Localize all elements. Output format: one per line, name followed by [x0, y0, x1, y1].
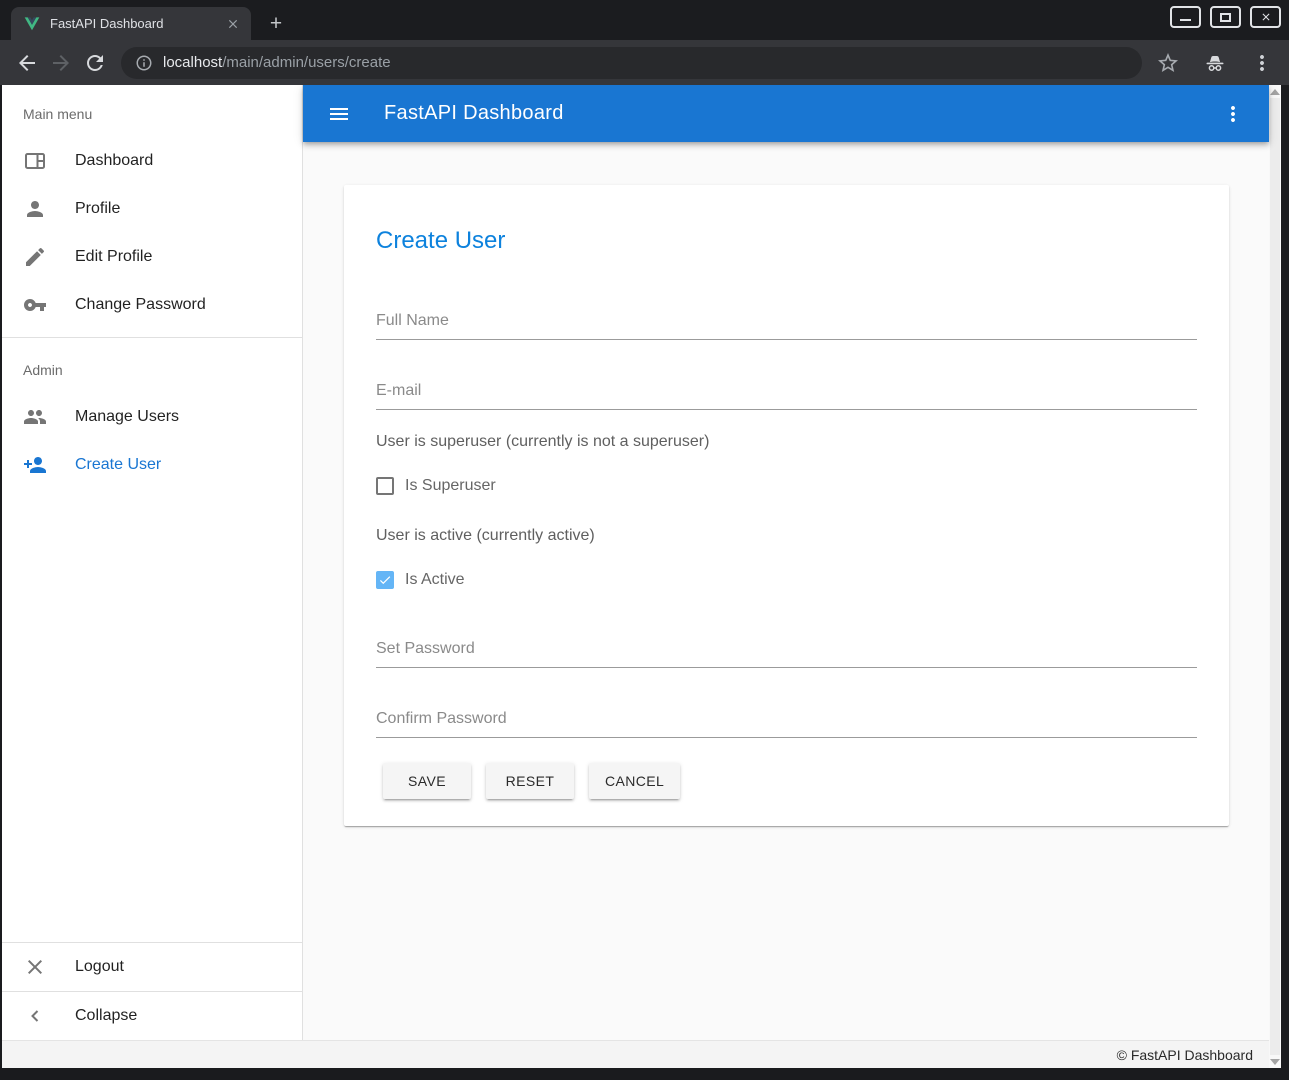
minimize-button[interactable] — [1170, 6, 1201, 28]
maximize-button[interactable] — [1210, 6, 1241, 28]
tab-strip: FastAPI Dashboard + — [0, 0, 1289, 40]
sidebar-section-header-admin: Admin — [23, 362, 302, 382]
superuser-hint: User is superuser (currently is not a su… — [376, 432, 1197, 452]
address-bar[interactable]: localhost/main/admin/users/create — [121, 47, 1142, 79]
cancel-button[interactable]: CANCEL — [589, 763, 680, 799]
key-icon — [23, 293, 47, 317]
close-icon — [23, 955, 47, 979]
back-icon[interactable] — [15, 51, 39, 75]
hamburger-menu-icon[interactable] — [327, 102, 351, 126]
close-icon — [1260, 11, 1272, 23]
browser-tab[interactable]: FastAPI Dashboard — [11, 7, 251, 40]
minimize-icon — [1180, 19, 1191, 21]
window-controls — [1170, 6, 1281, 28]
sidebar-item-edit-profile[interactable]: Edit Profile — [2, 233, 302, 281]
reset-button[interactable]: RESET — [486, 763, 574, 799]
appbar-title: FastAPI Dashboard — [384, 102, 564, 125]
email-input[interactable] — [376, 382, 1197, 410]
sidebar-item-label: Dashboard — [75, 152, 153, 170]
chevron-left-icon — [23, 1004, 47, 1028]
url-path: /main/admin/users/create — [222, 54, 390, 71]
person-add-icon — [23, 453, 47, 477]
sidebar-section-header-main: Main menu — [23, 106, 302, 126]
scrollbar-thumb[interactable] — [1270, 98, 1280, 1055]
browser-menu-icon[interactable] — [1250, 51, 1274, 75]
scroll-up-icon[interactable] — [1269, 85, 1281, 98]
web-icon — [23, 149, 47, 173]
set-password-input[interactable] — [376, 640, 1197, 668]
sidebar-item-label: Create User — [75, 456, 161, 474]
sidebar-item-label: Logout — [75, 958, 124, 976]
scroll-down-icon[interactable] — [1269, 1055, 1281, 1068]
site-info-icon[interactable] — [135, 54, 153, 72]
group-icon — [23, 405, 47, 429]
sidebar-item-manage-users[interactable]: Manage Users — [2, 393, 302, 441]
superuser-checkbox-label: Is Superuser — [405, 477, 496, 495]
sidebar-item-profile[interactable]: Profile — [2, 185, 302, 233]
sidebar-bottom: Logout Collapse — [2, 942, 302, 1040]
superuser-checkbox-row[interactable]: Is Superuser — [376, 476, 1197, 496]
close-button[interactable] — [1250, 6, 1281, 28]
sidebar-item-change-password[interactable]: Change Password — [2, 281, 302, 329]
confirm-password-field-wrap — [376, 710, 1197, 738]
sidebar-item-collapse[interactable]: Collapse — [2, 992, 302, 1040]
new-tab-icon[interactable]: + — [262, 10, 290, 38]
sidebar: Main menu Dashboard Profile — [2, 85, 303, 1040]
browser-window: FastAPI Dashboard + localh — [0, 0, 1289, 1080]
copyright-text: © FastAPI Dashboard — [1117, 1047, 1253, 1063]
sidebar-item-label: Collapse — [75, 1007, 137, 1025]
page-title: Create User — [376, 185, 1197, 257]
full-name-field-wrap — [376, 312, 1197, 340]
divider — [2, 337, 302, 338]
browser-toolbar: localhost/main/admin/users/create — [0, 40, 1289, 85]
sidebar-admin-list: Manage Users Create User — [2, 393, 302, 489]
confirm-password-input[interactable] — [376, 710, 1197, 738]
reload-icon[interactable] — [83, 51, 107, 75]
tab-close-icon[interactable] — [224, 15, 241, 32]
sidebar-item-logout[interactable]: Logout — [2, 943, 302, 991]
superuser-checkbox[interactable] — [376, 477, 394, 495]
tab-title: FastAPI Dashboard — [50, 16, 224, 31]
set-password-field-wrap — [376, 640, 1197, 668]
appbar-kebab-menu-icon[interactable] — [1221, 102, 1245, 126]
sidebar-item-label: Edit Profile — [75, 248, 152, 266]
person-icon — [23, 197, 47, 221]
active-checkbox[interactable] — [376, 571, 394, 589]
sidebar-item-create-user[interactable]: Create User — [2, 441, 302, 489]
sidebar-main-list: Dashboard Profile Edit Profile — [2, 137, 302, 329]
url-host: localhost — [163, 54, 222, 71]
sidebar-item-label: Manage Users — [75, 408, 179, 426]
email-field-wrap — [376, 382, 1197, 410]
main-content: Create User User is superuser (currently… — [303, 142, 1269, 1040]
sidebar-item-label: Change Password — [75, 296, 206, 314]
active-hint: User is active (currently active) — [376, 526, 1197, 546]
save-button[interactable]: SAVE — [383, 763, 471, 799]
bookmark-star-icon[interactable] — [1156, 51, 1180, 75]
vue-favicon-icon — [24, 16, 40, 32]
toolbar-right — [1156, 51, 1274, 75]
sidebar-item-dashboard[interactable]: Dashboard — [2, 137, 302, 185]
active-checkbox-row[interactable]: Is Active — [376, 570, 1197, 590]
forward-icon — [49, 51, 73, 75]
sidebar-item-label: Profile — [75, 200, 120, 218]
page-footer: © FastAPI Dashboard — [2, 1040, 1269, 1068]
url-text: localhost/main/admin/users/create — [163, 54, 391, 71]
form-buttons: SAVE RESET CANCEL — [383, 763, 1197, 799]
incognito-icon — [1203, 51, 1227, 75]
full-name-input[interactable] — [376, 312, 1197, 340]
create-user-card: Create User User is superuser (currently… — [344, 185, 1229, 826]
app-bar: FastAPI Dashboard — [303, 85, 1269, 142]
active-checkbox-label: Is Active — [405, 571, 465, 589]
pencil-icon — [23, 245, 47, 269]
web-page: Main menu Dashboard Profile — [2, 85, 1281, 1068]
maximize-icon — [1220, 13, 1231, 22]
check-icon — [378, 572, 392, 588]
scrollbar[interactable] — [1269, 85, 1281, 1068]
